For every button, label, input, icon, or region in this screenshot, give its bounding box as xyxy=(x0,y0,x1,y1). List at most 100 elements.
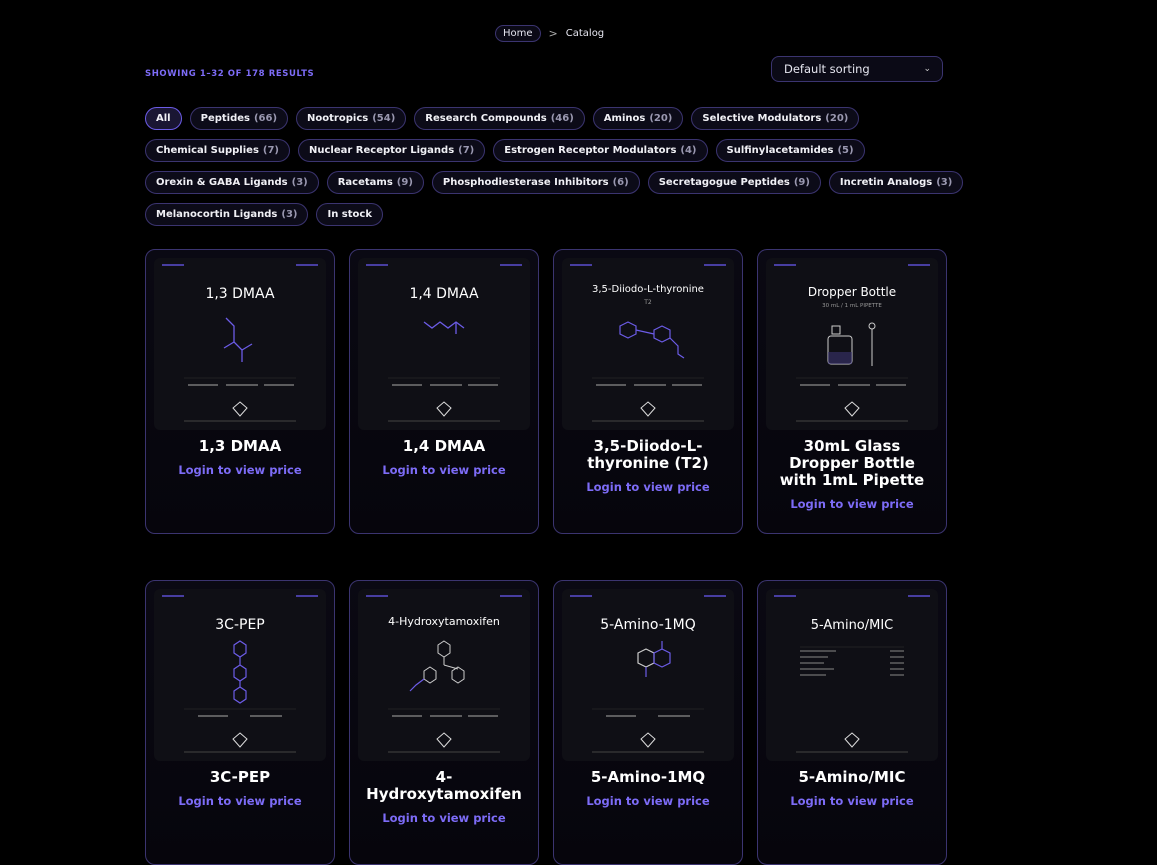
chip-count: (54) xyxy=(372,113,396,124)
filter-chip-melanocortin-ligands[interactable]: Melanocortin Ligands (3) xyxy=(145,203,309,226)
image-title: 1,4 DMAA xyxy=(409,286,479,302)
product-card[interactable]: 5-Amino/MIC 5-Amino/MIC Login to view pr… xyxy=(757,580,947,865)
product-title[interactable]: 30mL Glass Dropper Bottle with 1mL Pipet… xyxy=(766,438,938,489)
breadcrumb-home-link[interactable]: Home xyxy=(495,25,541,42)
filter-chip-racetams[interactable]: Racetams (9) xyxy=(326,171,424,194)
sort-select[interactable]: Default sorting ⌄ xyxy=(771,56,943,82)
chip-count: (7) xyxy=(458,145,475,156)
chip-label: All xyxy=(156,113,171,124)
login-to-view-price-link[interactable]: Login to view price xyxy=(562,480,734,494)
chip-label: Chemical Supplies xyxy=(156,145,259,156)
results-count: SHOWING 1–32 OF 178 RESULTS xyxy=(145,69,315,79)
product-image[interactable]: 3C-PEP xyxy=(154,589,326,761)
product-image[interactable]: Dropper Bottle 30 mL / 1 mL PIPETTE xyxy=(766,258,938,430)
chip-label: Secretagogue Peptides xyxy=(658,177,790,188)
product-image[interactable]: 1,3 DMAA xyxy=(154,258,326,430)
login-to-view-price-link[interactable]: Login to view price xyxy=(562,794,734,808)
chip-count: (4) xyxy=(680,145,697,156)
chip-count: (20) xyxy=(825,113,849,124)
chip-label: Peptides xyxy=(200,113,250,124)
chip-label: Sulfinylacetamides xyxy=(726,145,834,156)
product-card[interactable]: 1,3 DMAA 1,3 DMAA Login to view price xyxy=(145,249,335,534)
chevron-down-icon: ⌄ xyxy=(923,64,931,74)
filter-row: Chemical Supplies (7) Nuclear Receptor Li… xyxy=(145,139,945,162)
product-image[interactable]: 1,4 DMAA xyxy=(358,258,530,430)
chip-count: (20) xyxy=(649,113,673,124)
breadcrumb: Home > Catalog xyxy=(495,25,604,42)
catalog-page: Home > Catalog SHOWING 1–32 OF 178 RESUL… xyxy=(145,0,964,865)
chip-label: Selective Modulators xyxy=(702,113,822,124)
login-to-view-price-link[interactable]: Login to view price xyxy=(766,794,938,808)
login-to-view-price-link[interactable]: Login to view price xyxy=(358,811,530,825)
chip-count: (3) xyxy=(281,209,298,220)
product-grid-row: 3C-PEP 3C-PEP Login to view price 4-Hydr… xyxy=(145,580,947,865)
filter-chip-nuclear-receptor-ligands[interactable]: Nuclear Receptor Ligands (7) xyxy=(298,139,486,162)
filter-chip-in-stock[interactable]: In stock xyxy=(316,203,383,226)
filter-chip-peptides[interactable]: Peptides (66) xyxy=(189,107,289,130)
chip-label: Aminos xyxy=(603,113,646,124)
chip-label: Incretin Analogs xyxy=(839,177,933,188)
chip-count: (9) xyxy=(396,177,413,188)
product-title[interactable]: 3,5-Diiodo-L-thyronine (T2) xyxy=(562,438,734,472)
chip-label: Research Compounds xyxy=(425,113,547,124)
filter-chip-research-compounds[interactable]: Research Compounds (46) xyxy=(414,107,585,130)
image-title: 4-Hydroxytamoxifen xyxy=(388,615,500,628)
category-filters: All Peptides (66) Nootropics (54) Research… xyxy=(145,107,964,235)
filter-chip-secretagogue-peptides[interactable]: Secretagogue Peptides (9) xyxy=(647,171,821,194)
image-title: 1,3 DMAA xyxy=(205,286,275,302)
filter-chip-estrogen-receptor-modulators[interactable]: Estrogen Receptor Modulators (4) xyxy=(493,139,708,162)
product-image[interactable]: 4-Hydroxytamoxifen xyxy=(358,589,530,761)
image-title: Dropper Bottle xyxy=(808,285,896,299)
filter-chip-selective-modulators[interactable]: Selective Modulators (20) xyxy=(691,107,860,130)
chip-label: Estrogen Receptor Modulators xyxy=(504,145,677,156)
product-grid-row: 1,3 DMAA 1,3 DMAA Login to view price 1,… xyxy=(145,249,947,534)
filter-chip-phosphodiesterase-inhibitors[interactable]: Phosphodiesterase Inhibitors (6) xyxy=(431,171,640,194)
filter-chip-aminos[interactable]: Aminos (20) xyxy=(592,107,684,130)
product-card[interactable]: 1,4 DMAA 1,4 DMAA Login to view price xyxy=(349,249,539,534)
product-title[interactable]: 1,4 DMAA xyxy=(358,438,530,455)
product-card[interactable]: 4-Hydroxytamoxifen 4-Hydroxytamoxifen Lo xyxy=(349,580,539,865)
product-card[interactable]: Dropper Bottle 30 mL / 1 mL PIPETTE 30mL… xyxy=(757,249,947,534)
chip-label: In stock xyxy=(327,209,372,220)
product-title[interactable]: 4-Hydroxytamoxifen xyxy=(358,769,530,803)
chip-label: Orexin & GABA Ligands xyxy=(156,177,288,188)
image-title: 5-Amino/MIC xyxy=(811,618,894,633)
image-title: 3,5-Diiodo-L-thyronine xyxy=(592,284,704,295)
chip-label: Phosphodiesterase Inhibitors xyxy=(442,177,609,188)
filter-chip-sulfinylacetamides[interactable]: Sulfinylacetamides (5) xyxy=(715,139,865,162)
image-title: 5-Amino-1MQ xyxy=(600,617,696,633)
filter-chip-orexin-gaba-ligands[interactable]: Orexin & GABA Ligands (3) xyxy=(145,171,319,194)
chip-label: Nuclear Receptor Ligands xyxy=(309,145,455,156)
login-to-view-price-link[interactable]: Login to view price xyxy=(766,497,938,511)
product-image[interactable]: 5-Amino/MIC xyxy=(766,589,938,761)
filter-chip-all[interactable]: All xyxy=(145,107,182,130)
filter-chip-incretin-analogs[interactable]: Incretin Analogs (3) xyxy=(828,171,964,194)
breadcrumb-current: Catalog xyxy=(565,28,605,39)
product-card[interactable]: 3C-PEP 3C-PEP Login to view price xyxy=(145,580,335,865)
chip-count: (3) xyxy=(936,177,953,188)
sort-selected-value: Default sorting xyxy=(784,62,870,76)
chip-count: (66) xyxy=(253,113,278,124)
product-card[interactable]: 5-Amino-1MQ 5-Amino-1MQ Login to view pr… xyxy=(553,580,743,865)
chip-count: (6) xyxy=(612,177,629,188)
image-title: 3C-PEP xyxy=(215,617,264,633)
product-card[interactable]: 3,5-Diiodo-L-thyronine T2 3,5-Diiodo-L-t… xyxy=(553,249,743,534)
filter-chip-chemical-supplies[interactable]: Chemical Supplies (7) xyxy=(145,139,291,162)
product-title[interactable]: 5-Amino/MIC xyxy=(766,769,938,786)
chip-count: (7) xyxy=(262,145,280,156)
chip-label: Nootropics xyxy=(307,113,369,124)
chip-label: Racetams xyxy=(337,177,393,188)
login-to-view-price-link[interactable]: Login to view price xyxy=(154,794,326,808)
product-image[interactable]: 3,5-Diiodo-L-thyronine T2 xyxy=(562,258,734,430)
chip-count: (5) xyxy=(837,145,854,156)
login-to-view-price-link[interactable]: Login to view price xyxy=(154,463,326,477)
product-image[interactable]: 5-Amino-1MQ xyxy=(562,589,734,761)
image-subtitle: T2 xyxy=(643,299,652,306)
breadcrumb-separator: > xyxy=(548,27,558,40)
login-to-view-price-link[interactable]: Login to view price xyxy=(358,463,530,477)
chip-count: (46) xyxy=(550,113,574,124)
product-title[interactable]: 1,3 DMAA xyxy=(154,438,326,455)
filter-chip-nootropics[interactable]: Nootropics (54) xyxy=(296,107,407,130)
product-title[interactable]: 5-Amino-1MQ xyxy=(562,769,734,786)
product-title[interactable]: 3C-PEP xyxy=(154,769,326,786)
